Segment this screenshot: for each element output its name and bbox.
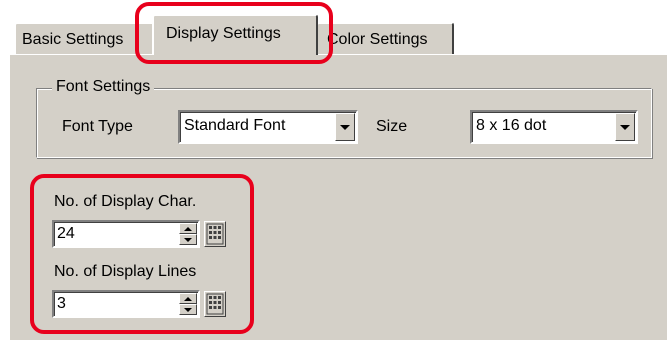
tab-label: Color Settings [327,31,428,48]
font-type-select[interactable]: Standard Font [178,110,358,144]
size-select[interactable]: 8 x 16 dot [470,110,638,144]
spin-up-button[interactable] [179,293,197,304]
spin-down-button[interactable] [179,304,197,315]
spin-down-button[interactable] [179,234,197,245]
spin-updown-icon[interactable] [179,293,197,315]
font-settings-title: Font Settings [52,77,155,97]
display-lines-label: No. of Display Lines [54,263,197,280]
display-chars-label: No. of Display Char. [54,193,197,210]
chevron-down-icon[interactable] [615,113,635,141]
font-type-value: Standard Font [184,117,286,134]
display-lines-value: 3 [57,295,66,312]
tab-color-settings[interactable]: Color Settings [316,22,454,54]
chevron-down-icon[interactable] [335,113,355,141]
display-chars-value: 24 [57,225,75,242]
tab-display-settings[interactable]: Display Settings [152,14,318,55]
keypad-icon[interactable] [204,291,226,317]
size-value: 8 x 16 dot [476,117,547,134]
display-chars-input[interactable]: 24 [52,220,200,248]
font-type-label: Font Type [62,118,133,135]
keypad-icon[interactable] [204,221,226,247]
spin-up-button[interactable] [179,223,197,234]
tab-label: Basic Settings [22,31,124,48]
tab-label: Display Settings [166,25,281,42]
size-label: Size [376,118,408,135]
spin-updown-icon[interactable] [179,223,197,245]
display-lines-input[interactable]: 3 [52,290,200,318]
tab-basic-settings[interactable]: Basic Settings [14,22,156,54]
